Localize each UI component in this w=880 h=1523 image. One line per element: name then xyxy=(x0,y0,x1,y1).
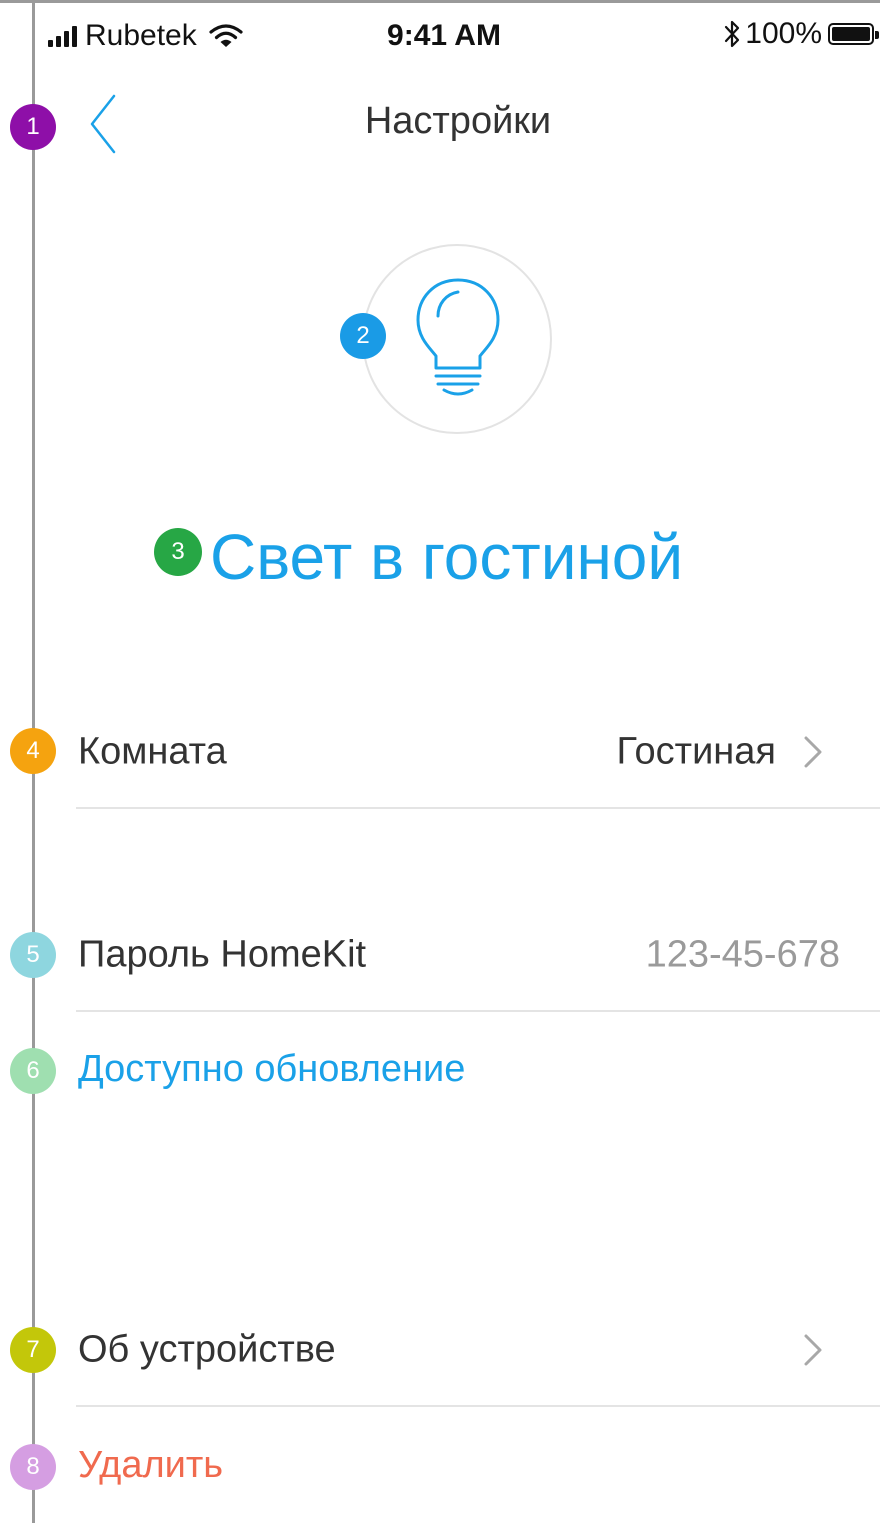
about-device-row[interactable]: Об устройстве xyxy=(76,1295,880,1405)
homekit-label: Пароль HomeKit xyxy=(78,933,367,976)
device-name[interactable]: Свет в гостиной xyxy=(210,520,683,594)
annotation-badge: 5 xyxy=(10,932,56,978)
page-title: Настройки xyxy=(364,100,552,142)
room-row[interactable]: Комната Гостиная xyxy=(76,697,880,807)
annotation-badge: 7 xyxy=(10,1327,56,1373)
battery-percent: 100% xyxy=(745,17,822,50)
divider xyxy=(76,1405,880,1407)
homekit-code: 123-45-678 xyxy=(645,933,840,976)
room-value: Гостиная xyxy=(616,730,777,773)
about-device-label: Об устройстве xyxy=(78,1328,336,1371)
light-bulb-icon xyxy=(416,278,500,396)
battery-icon xyxy=(828,23,879,45)
annotation-badge: 3 xyxy=(154,528,202,576)
battery-fill xyxy=(832,27,870,41)
divider xyxy=(76,807,880,809)
annotation-badge: 2 xyxy=(340,313,386,359)
room-label: Комната xyxy=(78,730,227,773)
homekit-row: Пароль HomeKit 123-45-678 xyxy=(76,900,880,1010)
bluetooth-icon xyxy=(725,20,740,48)
annotation-badge: 4 xyxy=(10,728,56,774)
chevron-right-icon xyxy=(804,736,822,768)
divider xyxy=(76,1010,880,1012)
device-icon-button[interactable] xyxy=(362,244,552,434)
battery-group: 100% xyxy=(723,17,879,51)
chevron-right-icon xyxy=(804,1334,822,1366)
annotation-badge: 6 xyxy=(10,1048,56,1094)
delete-button[interactable]: Удалить xyxy=(78,1444,223,1487)
update-available-link[interactable]: Доступно обновление xyxy=(78,1048,465,1091)
annotation-badge: 8 xyxy=(10,1444,56,1490)
status-bar: Rubetek 9:41 AM 100% xyxy=(36,3,880,65)
